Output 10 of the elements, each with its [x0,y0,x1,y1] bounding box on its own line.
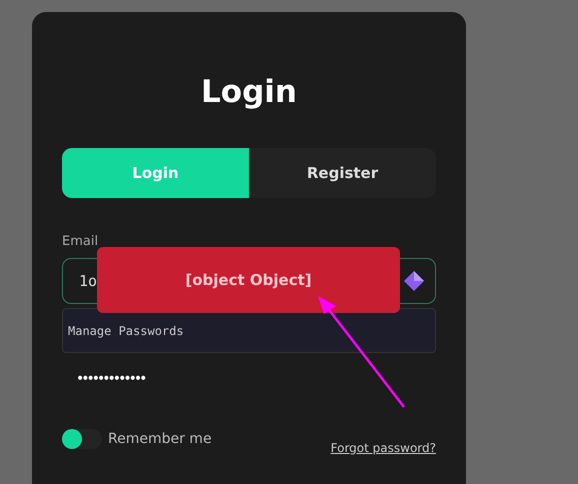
error-toast: [object Object] [97,247,400,313]
card-title: Login [200,74,298,112]
gem-icon[interactable] [403,270,425,292]
password-field[interactable]: ••••••••••••• [76,371,144,387]
field-label: Email [62,234,100,249]
forgot-password-link[interactable]: Forgot password? [330,441,436,455]
remember-label: Remember me [108,431,212,447]
toggle-switch[interactable] [62,429,102,449]
tab[interactable]: Register [249,148,436,198]
menu-item[interactable]: Manage Passwords [68,324,184,338]
